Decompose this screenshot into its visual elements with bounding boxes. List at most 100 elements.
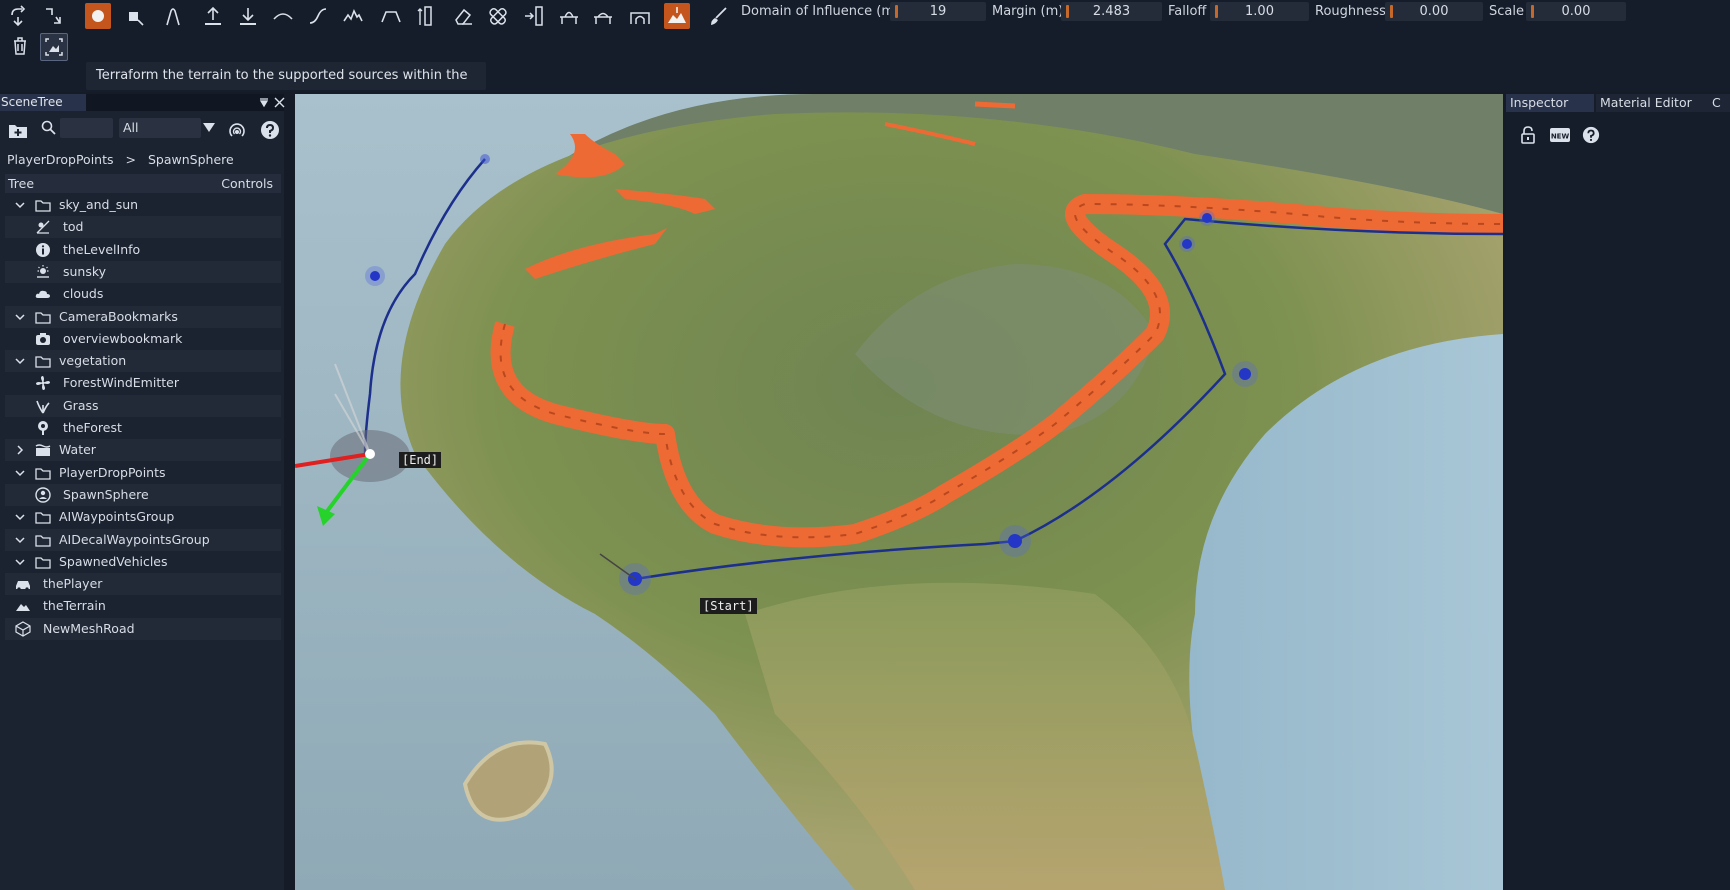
falloff-field[interactable]: 1.00 bbox=[1210, 2, 1309, 21]
bandage-icon[interactable] bbox=[485, 3, 511, 29]
new-icon[interactable]: NEW bbox=[1550, 127, 1570, 143]
domain-of-influence-field[interactable]: 19 bbox=[890, 2, 986, 21]
filter-select-value: All bbox=[123, 120, 139, 135]
tree-header: Tree Controls bbox=[5, 174, 281, 193]
domain-of-influence-value: 19 bbox=[929, 4, 947, 19]
raise-terrain-icon[interactable] bbox=[200, 3, 226, 29]
tree-item-water[interactable]: Water bbox=[5, 439, 281, 462]
viewport-3d[interactable]: [End] [Start] bbox=[295, 94, 1503, 890]
radar-icon[interactable] bbox=[227, 120, 247, 140]
help-icon[interactable] bbox=[1582, 126, 1600, 144]
breadcrumb: PlayerDropPoints > SpawnSphere bbox=[7, 152, 234, 167]
chevron-down-icon[interactable] bbox=[13, 551, 27, 574]
tree-item-clouds[interactable]: clouds bbox=[5, 283, 281, 305]
tree-item-grass[interactable]: Grass bbox=[5, 394, 281, 417]
arrow-to-ruler-icon[interactable] bbox=[521, 3, 547, 29]
breadcrumb-item[interactable]: SpawnSphere bbox=[148, 152, 234, 167]
move-tool-icon[interactable] bbox=[40, 3, 66, 29]
eraser-icon[interactable] bbox=[450, 3, 476, 29]
terraform-polygon-tool-icon[interactable] bbox=[85, 3, 111, 29]
inspector-panel: Inspector Material Editor C NEW bbox=[1506, 94, 1730, 890]
tree-item-overviewbookmark[interactable]: overviewbookmark bbox=[5, 328, 281, 350]
tree-item-label: sunsky bbox=[63, 263, 107, 279]
roughness-field[interactable]: 0.00 bbox=[1385, 2, 1483, 21]
roughness-icon[interactable] bbox=[340, 3, 366, 29]
chevron-down-icon[interactable] bbox=[13, 462, 27, 485]
tree-item-camerabookmarks[interactable]: CameraBookmarks bbox=[5, 305, 281, 329]
svg-text:NEW: NEW bbox=[1551, 133, 1570, 141]
close-icon[interactable] bbox=[274, 97, 285, 108]
filter-select[interactable]: All bbox=[119, 118, 201, 138]
falloff-value: 1.00 bbox=[1245, 4, 1274, 19]
folder-icon bbox=[35, 309, 51, 325]
info-icon bbox=[35, 242, 51, 258]
bridge-alt-icon[interactable] bbox=[590, 3, 616, 29]
tunnel-icon[interactable] bbox=[627, 3, 653, 29]
grass-icon bbox=[35, 398, 51, 414]
tree-item-label: ForestWindEmitter bbox=[63, 375, 179, 391]
rotate-tool-icon[interactable] bbox=[6, 3, 32, 29]
tree-item-sunsky[interactable]: sunsky bbox=[5, 260, 281, 283]
tree-item-thelevelinfo[interactable]: theLevelInfo bbox=[5, 239, 281, 261]
tab-scenetree[interactable]: SceneTree bbox=[0, 94, 86, 111]
folder-icon bbox=[35, 532, 51, 548]
tree-item-theforest[interactable]: theForest bbox=[5, 417, 281, 439]
smooth-curve-icon[interactable] bbox=[270, 3, 296, 29]
scene-tree-panel: SceneTree All PlayerDropPoints > SpawnSp… bbox=[0, 94, 285, 890]
add-folder-icon[interactable] bbox=[8, 121, 28, 139]
tree-item-tod[interactable]: tod bbox=[5, 216, 281, 239]
top-toolbar: Domain of Influence (m) 19 Margin (m) 2.… bbox=[0, 0, 1730, 111]
scale-field[interactable]: 0.00 bbox=[1526, 2, 1626, 21]
search-icon bbox=[41, 120, 56, 135]
tab-material-editor[interactable]: Material Editor bbox=[1596, 94, 1708, 112]
search-input[interactable] bbox=[60, 118, 113, 138]
chevron-right-icon[interactable] bbox=[13, 439, 27, 462]
brush-icon[interactable] bbox=[706, 3, 732, 29]
tree-item-theplayer[interactable]: thePlayer bbox=[5, 573, 281, 596]
select-shape-tool-icon[interactable] bbox=[121, 3, 147, 29]
tree-item-label: tod bbox=[63, 219, 84, 235]
tree-item-label: overviewbookmark bbox=[63, 330, 183, 346]
tree-item-playerdroppoints[interactable]: PlayerDropPoints bbox=[5, 462, 281, 484]
tree-item-spawnedvehicles[interactable]: SpawnedVehicles bbox=[5, 551, 281, 573]
ruler-icon[interactable] bbox=[414, 3, 440, 29]
tree-item-label: vegetation bbox=[59, 353, 127, 369]
tree-item-vegetation[interactable]: vegetation bbox=[5, 350, 281, 373]
tree-item-spawnsphere[interactable]: SpawnSphere bbox=[5, 483, 281, 506]
chevron-down-icon[interactable] bbox=[203, 123, 215, 133]
bridge-icon[interactable] bbox=[556, 3, 582, 29]
scene-tree-tabbar: SceneTree bbox=[0, 94, 285, 111]
chevron-down-icon[interactable] bbox=[13, 506, 27, 529]
help-icon[interactable] bbox=[260, 120, 280, 140]
pin-icon[interactable] bbox=[258, 97, 270, 109]
breadcrumb-item[interactable]: PlayerDropPoints bbox=[7, 152, 114, 167]
tree-item-newmeshroad[interactable]: NewMeshRoad bbox=[5, 617, 281, 640]
trash-icon[interactable] bbox=[7, 33, 33, 59]
breadcrumb-separator: > bbox=[125, 152, 136, 167]
lock-icon[interactable] bbox=[1520, 126, 1536, 144]
flatten-icon[interactable] bbox=[378, 3, 404, 29]
lower-terrain-icon[interactable] bbox=[235, 3, 261, 29]
margin-field[interactable]: 2.483 bbox=[1061, 2, 1162, 21]
tree-item-theterrain[interactable]: theTerrain bbox=[5, 595, 281, 617]
tree-item-aiwaypointsgroup[interactable]: AIWaypointsGroup bbox=[5, 506, 281, 528]
folder-icon bbox=[35, 465, 51, 481]
person-path-tool-icon[interactable] bbox=[160, 3, 186, 29]
tree-item-label: SpawnSphere bbox=[63, 486, 149, 502]
chevron-down-icon[interactable] bbox=[13, 350, 27, 373]
s-curve-icon[interactable] bbox=[305, 3, 331, 29]
tab-overflow[interactable]: C bbox=[1708, 94, 1730, 112]
tree-icon bbox=[35, 420, 51, 436]
chevron-down-icon[interactable] bbox=[13, 306, 27, 329]
tab-inspector[interactable]: Inspector bbox=[1506, 94, 1594, 112]
tree-item-aidecalwaypointsgroup[interactable]: AIDecalWaypointsGroup bbox=[5, 528, 281, 552]
folder-icon bbox=[35, 509, 51, 525]
chevron-down-icon[interactable] bbox=[13, 194, 27, 217]
tree-item-sky-and-sun[interactable]: sky_and_sun bbox=[5, 194, 281, 216]
chevron-down-icon[interactable] bbox=[13, 529, 27, 552]
tree-item-forestwindemitter[interactable]: ForestWindEmitter bbox=[5, 372, 281, 394]
terraform-polygon-button[interactable] bbox=[40, 33, 68, 61]
tree-item-label: Grass bbox=[63, 397, 99, 413]
terraform-icon[interactable] bbox=[664, 3, 690, 29]
param-label-falloff: Falloff bbox=[1168, 4, 1207, 19]
